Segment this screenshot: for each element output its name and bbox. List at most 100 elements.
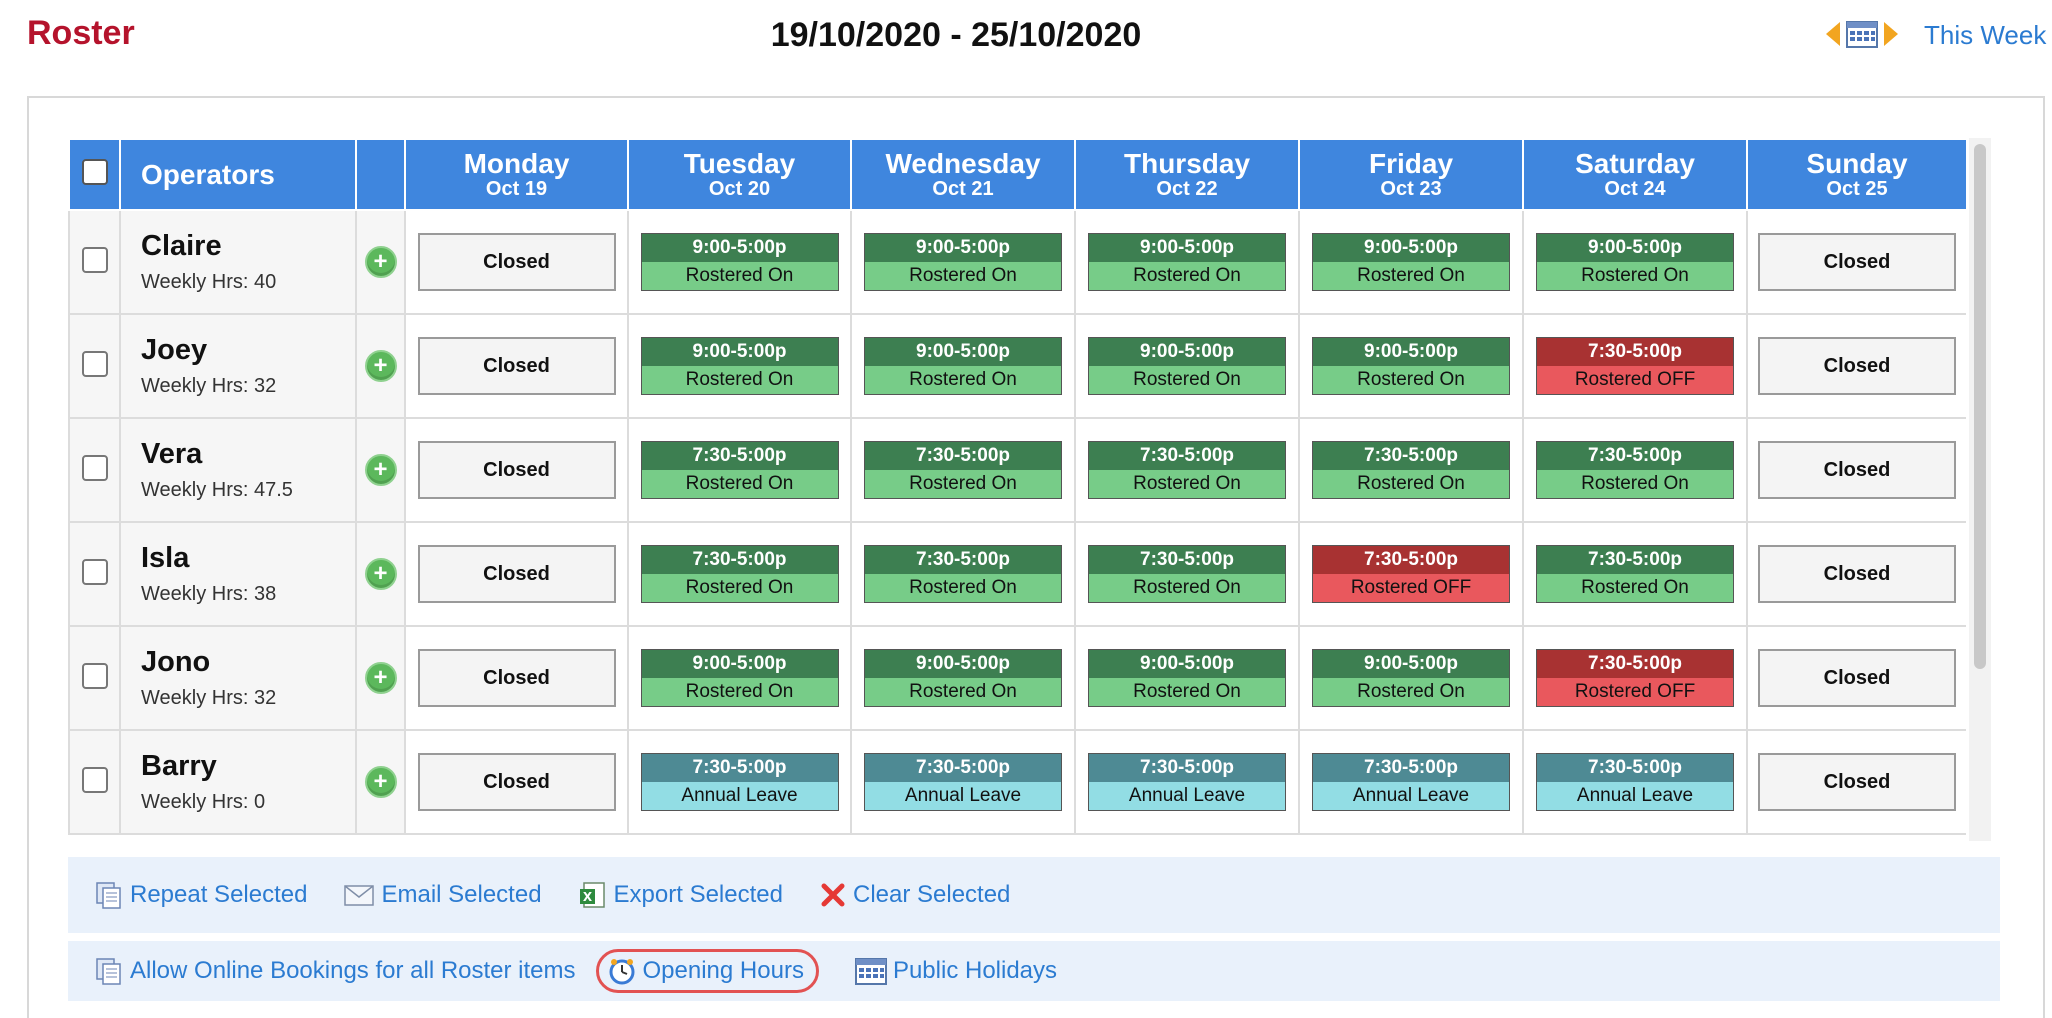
closed-slot[interactable]: Closed [1758,337,1956,395]
rostered-off-shift[interactable]: 7:30-5:00p Rostered OFF [1536,649,1734,707]
plus-circle-icon[interactable]: + [364,350,397,382]
rostered-on-shift[interactable]: 9:00-5:00p Rostered On [640,233,839,291]
leave-shift[interactable]: 7:30-5:00p Annual Leave [640,753,839,811]
public-holidays-button[interactable]: Public Holidays [854,957,1057,985]
shift-status: Annual Leave [1537,782,1733,810]
rostered-on-shift[interactable]: 9:00-5:00p Rostered On [640,337,839,395]
scrollbar-thumb[interactable] [1974,144,1986,669]
allow-online-bookings-button[interactable]: Allow Online Bookings for all Roster ite… [94,956,576,986]
repeat-selected-button[interactable]: Repeat Selected [94,880,307,910]
rostered-on-shift[interactable]: 9:00-5:00p Rostered On [1312,233,1510,291]
rostered-on-shift[interactable]: 7:30-5:00p Rostered On [1088,441,1286,499]
closed-slot[interactable]: Closed [1758,649,1956,707]
day-cell: 7:30-5:00p Rostered OFF [1522,625,1748,731]
this-week-link[interactable]: This Week [1924,20,2046,51]
day-cell: Closed [1746,729,1966,835]
rostered-on-shift[interactable]: 7:30-5:00p Rostered On [1312,441,1510,499]
rostered-on-shift[interactable]: 7:30-5:00p Rostered On [1536,545,1734,603]
shift-status: Rostered On [641,678,838,706]
operator-weekly-hours: Weekly Hrs: 32 [141,375,277,397]
day-header: Monday Oct 19 [404,138,629,211]
closed-slot[interactable]: Closed [1758,545,1956,603]
date-range: 19/10/2020 - 25/10/2020 [770,16,1142,54]
opening-hours-button[interactable]: Opening Hours [595,949,819,993]
rostered-on-shift[interactable]: 9:00-5:00p Rostered On [1312,337,1510,395]
day-cell: 9:00-5:00p Rostered On [627,313,852,419]
add-column-header [355,138,406,211]
clear-selected-button[interactable]: Clear Selected [819,881,1010,909]
rostered-on-shift[interactable]: 7:30-5:00p Rostered On [1088,545,1286,603]
row-checkbox[interactable] [81,558,108,585]
calendar-icon[interactable] [1846,20,1878,48]
leave-shift[interactable]: 7:30-5:00p Annual Leave [1088,753,1286,811]
shift-status: Rostered OFF [1537,678,1733,706]
rostered-off-shift[interactable]: 7:30-5:00p Rostered OFF [1312,545,1510,603]
day-date: Oct 23 [1380,177,1442,200]
closed-slot[interactable]: Closed [417,753,616,811]
leave-shift[interactable]: 7:30-5:00p Annual Leave [1536,753,1734,811]
rostered-on-shift[interactable]: 7:30-5:00p Rostered On [864,441,1062,499]
row-checkbox[interactable] [81,246,108,273]
closed-slot[interactable]: Closed [1758,441,1956,499]
shift-time: 9:00-5:00p [641,234,838,262]
rostered-on-shift[interactable]: 7:30-5:00p Rostered On [640,545,839,603]
day-cell: Closed [1746,521,1966,627]
export-selected-button[interactable]: X Export Selected [578,880,783,910]
closed-slot[interactable]: Closed [417,441,616,499]
day-cell: 9:00-5:00p Rostered On [1298,313,1524,419]
shift-time: 7:30-5:00p [865,754,1061,782]
rostered-on-shift[interactable]: 7:30-5:00p Rostered On [640,441,839,499]
rostered-on-shift[interactable]: 9:00-5:00p Rostered On [1088,233,1286,291]
plus-circle-icon[interactable]: + [364,662,397,694]
row-checkbox[interactable] [81,766,108,793]
day-header: Sunday Oct 25 [1746,138,1966,211]
closed-slot[interactable]: Closed [417,545,616,603]
rostered-on-shift[interactable]: 7:30-5:00p Rostered On [864,545,1062,603]
rostered-off-shift[interactable]: 7:30-5:00p Rostered OFF [1536,337,1734,395]
rostered-on-shift[interactable]: 9:00-5:00p Rostered On [864,233,1062,291]
row-checkbox[interactable] [81,350,108,377]
plus-circle-icon[interactable]: + [364,558,397,590]
operator-name: Jono [141,646,211,678]
row-checkbox[interactable] [81,454,108,481]
rostered-on-shift[interactable]: 9:00-5:00p Rostered On [1312,649,1510,707]
closed-slot[interactable]: Closed [417,233,616,291]
operator-cell: Jono Weekly Hrs: 32 [119,625,357,731]
add-cell: + [355,417,406,523]
roster-scrollbar[interactable] [1969,138,1991,841]
rostered-on-shift[interactable]: 9:00-5:00p Rostered On [1088,337,1286,395]
clear-selected-label: Clear Selected [852,881,1011,908]
closed-slot[interactable]: Closed [1758,233,1956,291]
shift-time: 9:00-5:00p [641,650,838,678]
rostered-on-shift[interactable]: 9:00-5:00p Rostered On [864,337,1062,395]
shift-status: Rostered On [1537,470,1733,498]
chevron-left-icon[interactable] [1826,22,1840,46]
select-all-cell [68,138,121,211]
closed-slot[interactable]: Closed [1758,753,1956,811]
day-cell: Closed [404,729,629,835]
plus-circle-icon[interactable]: + [364,454,397,486]
day-cell: 7:30-5:00p Annual Leave [1074,729,1300,835]
row-checkbox[interactable] [81,662,108,689]
shift-time: 7:30-5:00p [865,546,1061,574]
closed-slot[interactable]: Closed [417,649,616,707]
email-selected-button[interactable]: Email Selected [343,881,542,909]
chevron-right-icon[interactable] [1884,22,1898,46]
rostered-on-shift[interactable]: 7:30-5:00p Rostered On [1536,441,1734,499]
rostered-on-shift[interactable]: 9:00-5:00p Rostered On [640,649,839,707]
day-cell: 7:30-5:00p Annual Leave [1522,729,1748,835]
svg-text:X: X [582,890,592,904]
rostered-on-shift[interactable]: 9:00-5:00p Rostered On [864,649,1062,707]
day-cell: 9:00-5:00p Rostered On [1074,625,1300,731]
day-cell: 7:30-5:00p Rostered On [850,521,1076,627]
rostered-on-shift[interactable]: 9:00-5:00p Rostered On [1536,233,1734,291]
leave-shift[interactable]: 7:30-5:00p Annual Leave [1312,753,1510,811]
export-selected-label: Export Selected [613,881,783,908]
rostered-on-shift[interactable]: 9:00-5:00p Rostered On [1088,649,1286,707]
leave-shift[interactable]: 7:30-5:00p Annual Leave [864,753,1062,811]
operator-cell: Claire Weekly Hrs: 40 [119,209,357,315]
select-all-checkbox[interactable] [81,159,108,185]
plus-circle-icon[interactable]: + [364,246,397,278]
closed-slot[interactable]: Closed [417,337,616,395]
plus-circle-icon[interactable]: + [364,766,397,798]
